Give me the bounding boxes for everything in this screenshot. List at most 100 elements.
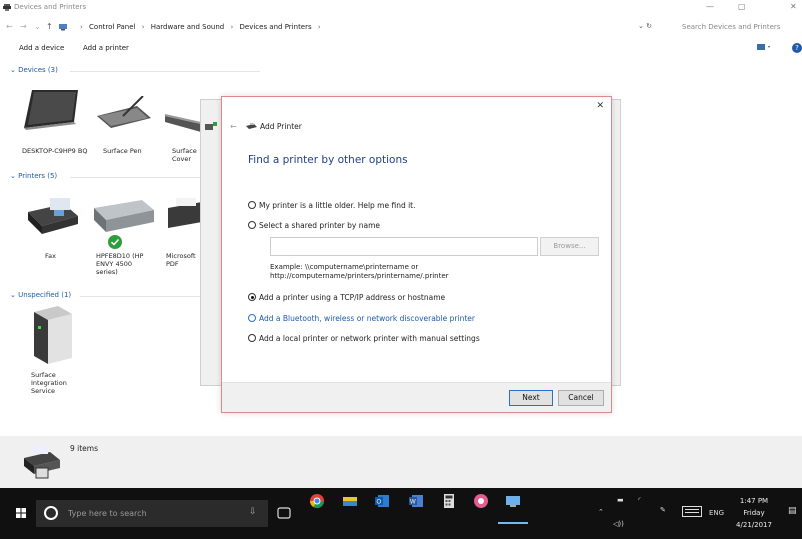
back-arrow-icon[interactable]: ← — [6, 22, 13, 31]
surface-tablet-icon[interactable] — [22, 88, 82, 130]
shared-printer-name-input[interactable] — [270, 237, 538, 256]
clock-day: Friday — [743, 509, 765, 517]
group-printers[interactable]: ⌄ Printers (5) — [10, 172, 260, 180]
window-title: Devices and Printers — [14, 3, 87, 11]
control-panel-taskbar-icon[interactable] — [506, 494, 520, 508]
surface-pen-icon[interactable] — [93, 96, 153, 130]
command-bar: Add a device Add a printer ? — [0, 38, 802, 58]
clock-date: 4/21/2017 — [736, 521, 772, 529]
groove-music-icon[interactable] — [474, 494, 488, 508]
dialog-title: Add Printer — [260, 122, 302, 131]
forward-arrow-icon[interactable]: → — [20, 22, 27, 31]
option-label: Select a shared printer by name — [259, 221, 380, 230]
option-bluetooth-wireless[interactable]: Add a Bluetooth, wireless or network dis… — [248, 314, 475, 323]
radio-button[interactable] — [248, 314, 256, 322]
breadcrumb: › Control Panel › Hardware and Sound › D… — [80, 23, 321, 31]
option-local-printer[interactable]: Add a local printer or network printer w… — [248, 334, 480, 343]
next-button[interactable]: Next — [509, 390, 553, 406]
tray-chevron-icon[interactable]: ⌃ — [598, 508, 604, 516]
device-label: HPFE8D10 (HP ENVY 4500 series) — [96, 252, 144, 276]
dialog-back-arrow-icon[interactable]: ← — [230, 122, 237, 131]
minimize-button[interactable]: — — [706, 2, 714, 11]
option-label: Add a Bluetooth, wireless or network dis… — [259, 314, 475, 323]
printer-devices-icon — [24, 446, 60, 479]
outlook-icon[interactable]: O — [375, 494, 389, 508]
address-dropdown-icon[interactable]: ⌄ ↻ — [638, 22, 652, 30]
taskbar: Type here to search ⇩ O W ⌃ ▬ ◁)) ◜ ✎ EN… — [0, 488, 802, 539]
search-input[interactable]: Search Devices and Printers — [676, 20, 802, 34]
add-printer-dialog: ✕ ← Add Printer Find a printer by other … — [221, 96, 612, 413]
device-label: Surface Integration Service — [31, 371, 67, 395]
add-device-icon — [205, 122, 217, 130]
example-line: Example: \\computername\printername or — [270, 263, 419, 271]
radio-button[interactable] — [248, 221, 256, 229]
printer-icon — [3, 4, 11, 11]
breadcrumb-control-panel[interactable]: Control Panel — [89, 23, 135, 31]
cancel-button[interactable]: Cancel — [558, 390, 604, 406]
word-icon[interactable]: W — [409, 494, 423, 508]
task-view-icon[interactable] — [277, 507, 291, 519]
add-printer-button[interactable]: Add a printer — [83, 44, 129, 52]
add-device-button[interactable]: Add a device — [19, 44, 64, 52]
dialog-heading: Find a printer by other options — [248, 154, 408, 166]
device-label: DESKTOP-C9HP9 BQ — [22, 147, 88, 155]
active-app-indicator — [498, 522, 528, 524]
control-panel-icon — [59, 24, 67, 31]
action-center-icon[interactable]: ▤ — [788, 506, 797, 516]
radio-button-selected[interactable] — [248, 293, 256, 301]
group-unspecified-label: Unspecified (1) — [18, 291, 72, 299]
clock-time: 1:47 PM — [739, 497, 769, 505]
option-older-printer[interactable]: My printer is a little older. Help me fi… — [248, 201, 416, 210]
group-devices-label: Devices (3) — [18, 66, 58, 74]
device-label: Surface Pen — [103, 147, 142, 155]
device-label: Surface Cover — [172, 147, 197, 163]
status-bar: 9 items — [0, 436, 802, 488]
option-tcpip[interactable]: Add a printer using a TCP/IP address or … — [248, 293, 445, 302]
default-printer-check-icon — [108, 235, 122, 249]
pen-workspace-icon[interactable]: ✎ — [660, 506, 666, 514]
battery-icon[interactable]: ▬ — [617, 496, 624, 504]
taskbar-search-input[interactable]: Type here to search ⇩ — [36, 500, 268, 527]
group-devices[interactable]: ⌄ Devices (3) — [10, 66, 260, 74]
option-label: Add a local printer or network printer w… — [259, 334, 480, 343]
calculator-icon[interactable] — [442, 494, 456, 508]
fax-icon[interactable] — [24, 196, 80, 236]
microphone-icon[interactable]: ⇩ — [249, 507, 257, 517]
browse-button[interactable]: Browse... — [540, 237, 599, 256]
windows-start-icon[interactable] — [16, 508, 26, 518]
option-label: My printer is a little older. Help me fi… — [259, 201, 416, 210]
device-label: Fax — [45, 252, 56, 260]
network-icon[interactable]: ◜ — [638, 496, 641, 504]
volume-icon[interactable]: ◁)) — [613, 520, 624, 528]
option-shared-printer[interactable]: Select a shared printer by name — [248, 221, 380, 230]
maximize-button[interactable]: ▢ — [738, 2, 746, 11]
view-options-icon[interactable] — [757, 43, 771, 51]
item-count: 9 items — [70, 444, 99, 453]
clock[interactable]: 1:47 PM Friday 4/21/2017 — [729, 495, 779, 531]
server-tower-icon[interactable] — [28, 306, 74, 366]
breadcrumb-hardware-and-sound[interactable]: Hardware and Sound — [151, 23, 224, 31]
help-icon[interactable]: ? — [792, 43, 802, 53]
recent-chevron-icon[interactable]: ⌄ — [34, 22, 41, 31]
file-explorer-icon[interactable] — [343, 494, 357, 508]
inkjet-printer-icon[interactable] — [92, 196, 156, 236]
input-language[interactable]: ENG — [709, 509, 724, 517]
group-unspecified[interactable]: ⌄ Unspecified (1) — [10, 291, 260, 299]
svg-text:O: O — [377, 500, 382, 506]
search-placeholder: Search Devices and Printers — [682, 23, 781, 31]
cortana-icon[interactable] — [44, 506, 58, 520]
pdf-printer-icon[interactable] — [168, 198, 202, 232]
dialog-close-icon[interactable]: ✕ — [596, 101, 604, 111]
radio-button[interactable] — [248, 201, 256, 209]
chrome-icon[interactable] — [310, 494, 324, 508]
touch-keyboard-icon[interactable] — [682, 506, 702, 517]
option-label: Add a printer using a TCP/IP address or … — [259, 293, 446, 302]
up-arrow-icon[interactable]: ↑ — [46, 22, 53, 31]
dialog-footer: Next Cancel — [222, 382, 611, 412]
device-label: Microsoft PDF — [166, 252, 196, 268]
address-bar: ← → ⌄ ↑ › Control Panel › Hardware and S… — [0, 16, 802, 38]
radio-button[interactable] — [248, 334, 256, 342]
close-window-button[interactable]: ✕ — [790, 2, 797, 11]
keyboard-icon[interactable] — [165, 110, 201, 132]
breadcrumb-devices-and-printers[interactable]: Devices and Printers — [240, 23, 312, 31]
